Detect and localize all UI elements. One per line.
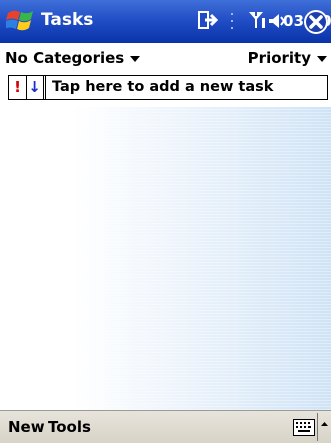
windows-flag-icon[interactable]: [6, 7, 36, 35]
sort-direction-button[interactable]: ↓: [26, 76, 44, 99]
app-title: Tasks: [41, 10, 94, 30]
category-label: No Categories: [5, 49, 125, 67]
keyboard-icon[interactable]: [293, 419, 315, 436]
task-list[interactable]: [0, 107, 331, 410]
chevron-up-icon[interactable]: [317, 413, 331, 441]
new-task-input[interactable]: Tap here to add a new task: [45, 76, 327, 99]
priority-button[interactable]: !: [9, 76, 27, 99]
signal-icon[interactable]: [247, 8, 267, 32]
sort-label: Priority: [247, 49, 311, 67]
new-menu-button[interactable]: New: [8, 418, 45, 436]
separator-dots: [231, 13, 233, 29]
title-bar: Tasks 03:30: [0, 0, 331, 43]
category-dropdown[interactable]: No Categories: [5, 49, 141, 67]
dropdown-arrow-icon: [317, 55, 327, 62]
new-task-entry-bar: ! ↓ Tap here to add a new task: [8, 75, 328, 100]
tools-menu-button[interactable]: Tools: [48, 418, 91, 436]
filter-bar: No Categories Priority: [0, 43, 331, 73]
dropdown-arrow-icon: [130, 55, 141, 62]
sort-dropdown[interactable]: Priority: [248, 49, 327, 67]
menu-bar: New Tools: [0, 410, 331, 443]
close-icon[interactable]: [303, 9, 329, 35]
connectivity-icon[interactable]: [196, 8, 218, 32]
